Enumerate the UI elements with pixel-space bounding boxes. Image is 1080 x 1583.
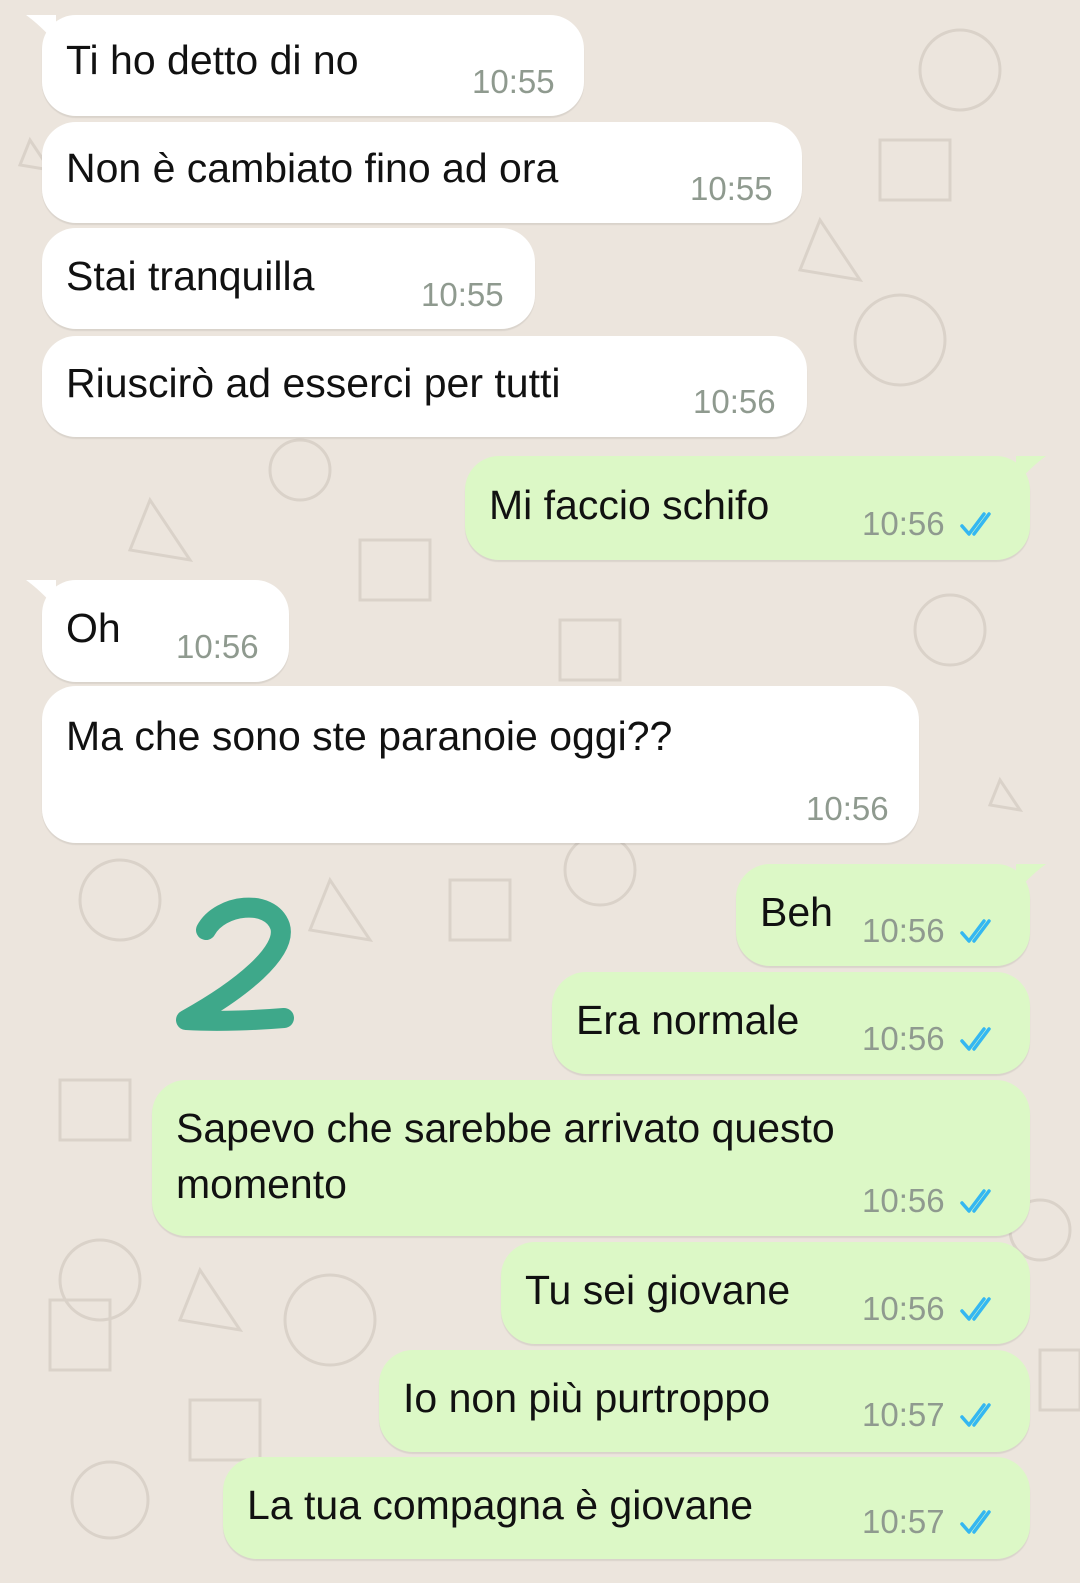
bubble-tail-icon [26,580,56,608]
message-timestamp: 10:56 [693,383,776,420]
message-timestamp: 10:55 [472,63,555,100]
message-text: Io non più purtroppo [403,1375,770,1421]
message-timestamp: 10:56 [862,1182,945,1219]
read-receipt-double-check-icon [960,1510,991,1534]
read-receipt-double-check-icon [960,1297,991,1321]
message-timestamp: 10:55 [690,170,773,207]
message-text: Sapevo che sarebbe arrivato questo momen… [176,1105,835,1207]
read-receipt-double-check-icon [960,1189,991,1213]
handwritten-annotation-2 [176,897,294,1031]
message-text: Oh [66,605,121,651]
message-text: Ti ho detto di no [66,37,359,83]
message-timestamp: 10:56 [806,790,889,827]
message-text: Stai tranquilla [66,253,315,299]
message-text: Tu sei giovane [525,1267,791,1313]
message-timestamp: 10:57 [862,1396,945,1433]
read-receipt-double-check-icon [960,1403,991,1427]
message-timestamp: 10:57 [862,1503,945,1540]
read-receipt-double-check-icon [960,512,991,536]
message-timestamp: 10:56 [862,912,945,949]
read-receipt-double-check-icon [960,919,991,943]
bubble-tail-icon [1016,456,1046,484]
message-timestamp: 10:55 [421,276,504,313]
message-text: Non è cambiato fino ad ora [66,145,559,191]
message-text: Mi faccio schifo [489,482,770,528]
message-timestamp: 10:56 [862,1020,945,1057]
bubble-tail-icon [26,15,56,43]
message-text: Riuscirò ad esserci per tutti [66,360,561,406]
read-receipt-double-check-icon [960,1027,991,1051]
message-timestamp: 10:56 [862,1290,945,1327]
message-text: Ma che sono ste paranoie oggi?? [66,713,673,759]
message-text: La tua compagna è giovane [247,1482,754,1528]
message-timestamp: 10:56 [176,628,259,665]
message-timestamp: 10:56 [862,505,945,542]
message-text: Beh [760,889,833,935]
message-text: Era normale [576,997,800,1043]
bubble-tail-icon [1016,864,1046,892]
chat-messages[interactable]: Ti ho detto di no 10:55 Non è cambiato fin… [0,0,1080,1583]
